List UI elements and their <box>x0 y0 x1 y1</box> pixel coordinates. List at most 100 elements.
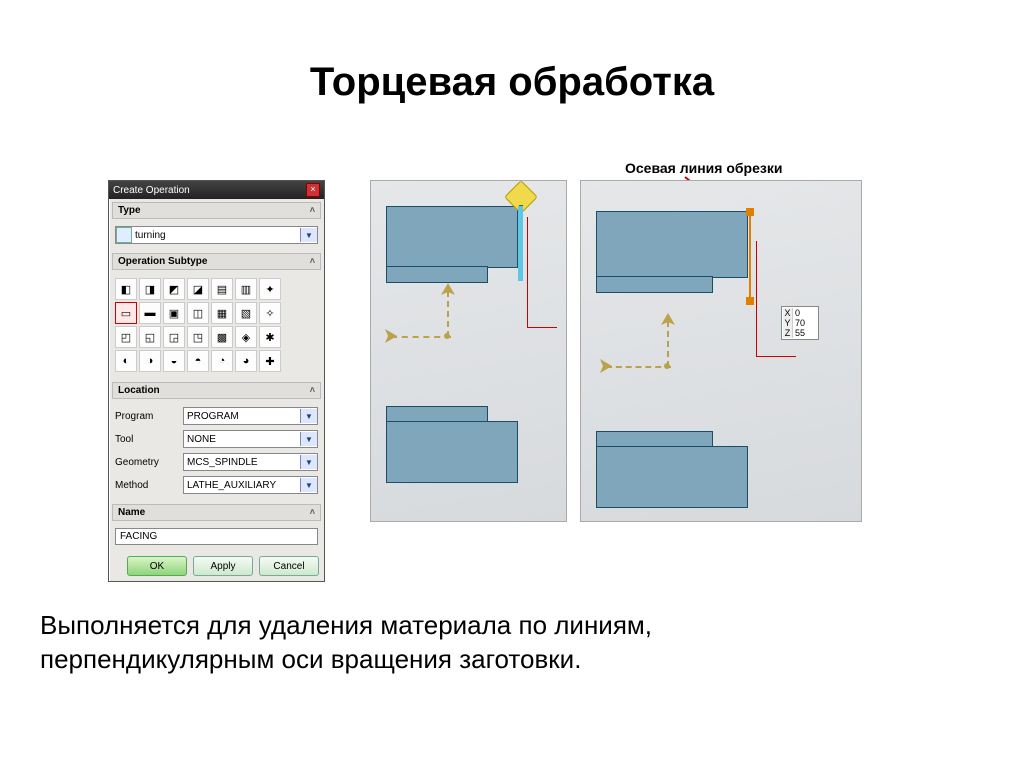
collapse-icon: ˄ <box>310 205 315 216</box>
toolpath-horizontal <box>527 327 557 328</box>
subtype-id-finish-icon[interactable]: ▧ <box>235 302 257 324</box>
subtype-tap-icon[interactable]: ◑ <box>139 350 161 372</box>
trim-handle-top[interactable] <box>746 208 754 216</box>
workpiece-top <box>596 211 748 278</box>
toolpath-vertical <box>756 241 757 356</box>
coord-y-value: 70 <box>793 318 817 328</box>
section-header-location-label: Location <box>118 385 160 396</box>
collapse-icon: ˄ <box>310 256 315 267</box>
subtype-od-rough-icon[interactable]: ▬ <box>139 302 161 324</box>
section-header-name[interactable]: Name ˄ <box>112 504 321 521</box>
location-value: PROGRAM <box>184 411 300 422</box>
section-header-subtype-label: Operation Subtype <box>118 256 207 267</box>
subtype-thread-icon[interactable]: ▤ <box>211 278 233 300</box>
tool-dropdown[interactable]: NONE▼ <box>183 430 318 448</box>
subtype-user2-icon[interactable]: ◔ <box>211 350 233 372</box>
geometry-dropdown[interactable]: MCS_SPINDLE▼ <box>183 453 318 471</box>
type-dropdown[interactable]: turning ▼ <box>115 226 318 244</box>
subtype-finish-icon[interactable]: ◩ <box>163 278 185 300</box>
toolpath-horizontal <box>756 356 796 357</box>
subtype-teach-icon[interactable]: ✦ <box>259 278 281 300</box>
apply-button[interactable]: Apply <box>193 556 253 576</box>
dialog-titlebar: Create Operation × <box>109 181 324 199</box>
subtype-icon-grid: ◧◨◩◪▤▥✦ ▭▬▣◫▦▧✧ ◰◱◲◳▩◈✱ ◐◑◒◓◔◕✚ <box>115 275 318 375</box>
subtype-user4-icon[interactable]: ✚ <box>259 350 281 372</box>
axis-x <box>391 336 451 338</box>
trim-line[interactable] <box>749 211 751 301</box>
subtype-id-thread-icon[interactable]: ▩ <box>211 326 233 348</box>
axis-y <box>667 321 669 367</box>
axis-arrow-x-icon <box>385 329 397 343</box>
location-label: Tool <box>115 434 183 445</box>
subtype-ream-icon[interactable]: ✱ <box>259 326 281 348</box>
method-dropdown[interactable]: LATHE_AUXILIARY▼ <box>183 476 318 494</box>
workpiece-top <box>386 206 518 268</box>
subtype-od-thread-icon[interactable]: ◳ <box>187 326 209 348</box>
subtype-misc-icon[interactable]: ✧ <box>259 302 281 324</box>
section-header-location[interactable]: Location ˄ <box>112 382 321 399</box>
subtype-bore-icon[interactable]: ◐ <box>115 350 137 372</box>
preview-panel-2: X0 Y70 Z55 <box>580 180 862 522</box>
axis-y <box>447 291 449 337</box>
subtype-cutoff-icon[interactable]: ◰ <box>115 326 137 348</box>
location-label: Program <box>115 411 183 422</box>
section-header-type[interactable]: Type ˄ <box>112 202 321 219</box>
subtype-part-off-icon[interactable]: ◫ <box>187 302 209 324</box>
cut-surface <box>518 206 523 281</box>
workpiece-bottom <box>596 446 748 508</box>
create-operation-dialog: Create Operation × Type ˄ turning ▼ Oper… <box>108 180 325 582</box>
ok-button[interactable]: OK <box>127 556 187 576</box>
subtype-user1-icon[interactable]: ◓ <box>187 350 209 372</box>
subtype-ctr-drill-icon[interactable]: ◈ <box>235 326 257 348</box>
preview-panel-1 <box>370 180 567 522</box>
subtype-spot-icon[interactable]: ◒ <box>163 350 185 372</box>
coord-x-value: 0 <box>793 308 817 318</box>
location-value: LATHE_AUXILIARY <box>184 480 300 491</box>
slide-body: Выполняется для удаления материала по ли… <box>40 609 652 677</box>
chevron-down-icon: ▼ <box>300 409 317 423</box>
coord-z-label: Z <box>783 328 793 338</box>
close-icon[interactable]: × <box>306 183 320 197</box>
subtype-face-icon[interactable]: ▭ <box>115 302 137 324</box>
name-input[interactable]: FACING <box>115 528 318 545</box>
location-label: Method <box>115 480 183 491</box>
workpiece-bottom <box>386 421 518 483</box>
collapse-icon: ˄ <box>310 385 315 396</box>
toolpath-vertical <box>527 217 528 327</box>
chevron-down-icon: ▼ <box>300 432 317 446</box>
location-row-method: MethodLATHE_AUXILIARY▼ <box>115 474 318 496</box>
subtype-id-groove-icon[interactable]: ◲ <box>163 326 185 348</box>
section-header-subtype[interactable]: Operation Subtype ˄ <box>112 253 321 270</box>
subtype-groove-icon[interactable]: ◪ <box>187 278 209 300</box>
chevron-down-icon: ▼ <box>300 228 317 242</box>
subtype-user3-icon[interactable]: ◕ <box>235 350 257 372</box>
collapse-icon: ˄ <box>310 507 315 518</box>
annotation-trim-line: Осевая линия обрезки <box>625 160 782 176</box>
axis-origin <box>664 363 670 369</box>
slide-title: Торцевая обработка <box>0 60 1024 105</box>
trim-handle-bottom[interactable] <box>746 297 754 305</box>
dialog-button-row: OK Apply Cancel <box>109 551 324 581</box>
subtype-centerline-peck-icon[interactable]: ◧ <box>115 278 137 300</box>
location-label: Geometry <box>115 457 183 468</box>
subtype-id-rough-icon[interactable]: ▣ <box>163 302 185 324</box>
axis-x <box>606 366 671 368</box>
location-value: NONE <box>184 434 300 445</box>
cancel-button[interactable]: Cancel <box>259 556 319 576</box>
subtype-od-finish-icon[interactable]: ▦ <box>211 302 233 324</box>
axis-arrow-x-icon <box>600 359 612 373</box>
coord-z-value: 55 <box>793 328 817 338</box>
program-dropdown[interactable]: PROGRAM▼ <box>183 407 318 425</box>
turning-icon <box>116 228 132 242</box>
coordinate-readout: X0 Y70 Z55 <box>781 306 819 340</box>
workpiece-top-step <box>386 266 488 283</box>
axis-origin <box>444 333 450 339</box>
subtype-od-groove-icon[interactable]: ◱ <box>139 326 161 348</box>
location-value: MCS_SPINDLE <box>184 457 300 468</box>
workpiece-top-step <box>596 276 713 293</box>
section-header-name-label: Name <box>118 507 145 518</box>
subtype-roughing-icon[interactable]: ◨ <box>139 278 161 300</box>
subtype-drill-icon[interactable]: ▥ <box>235 278 257 300</box>
coord-y-label: Y <box>783 318 793 328</box>
location-row-program: ProgramPROGRAM▼ <box>115 405 318 427</box>
